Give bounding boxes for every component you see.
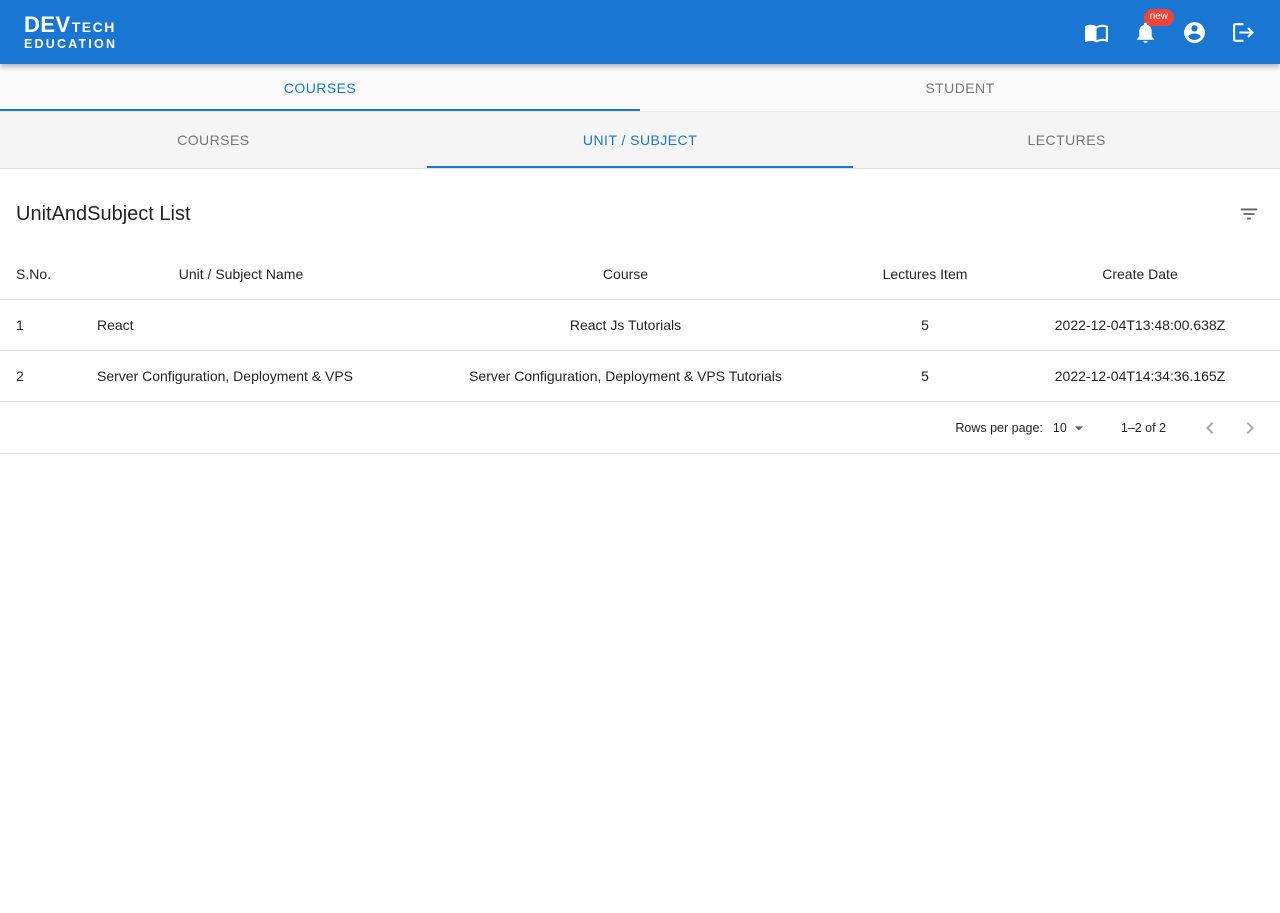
pagination-range: 1–2 of 2	[1120, 420, 1166, 435]
tab-courses[interactable]: COURSES	[0, 64, 640, 111]
logout-icon-glyph	[1233, 22, 1254, 42]
cell-name: Server Configuration, Deployment & VPS	[81, 350, 401, 402]
column-header-lectures: Lectures Item	[850, 249, 1000, 300]
rows-per-page-label: Rows per page:	[955, 420, 1043, 435]
table-row: 2 Server Configuration, Deployment & VPS…	[0, 350, 1280, 402]
subtab-lectures[interactable]: LECTURES	[853, 112, 1280, 168]
cell-date: 2022-12-04T14:34:36.165Z	[1000, 350, 1280, 402]
page-title: UnitAndSubject List	[16, 202, 191, 225]
logo-top-line: DEV TECH	[24, 11, 117, 37]
column-header-course: Course	[401, 249, 850, 300]
logout-icon[interactable]	[1231, 20, 1256, 45]
logo-tech-text: TECH	[71, 18, 116, 35]
account-circle-icon[interactable]	[1182, 20, 1207, 45]
column-header-date: Create Date	[1000, 249, 1280, 300]
account-icon-glyph	[1184, 21, 1205, 43]
app-header: DEV TECH EDUCATION new	[0, 0, 1280, 64]
column-header-sno: S.No.	[0, 249, 81, 300]
logo-education-text: EDUCATION	[24, 36, 118, 51]
cell-sno: 1	[0, 299, 81, 351]
secondary-tabs: COURSES UNIT / SUBJECT LECTURES	[0, 112, 1280, 169]
logo-dev-text: DEV	[24, 11, 71, 37]
cell-lectures: 5	[850, 350, 1000, 402]
cell-lectures: 5	[850, 299, 1000, 351]
cell-name: React	[81, 299, 401, 351]
new-badge: new	[1143, 8, 1174, 26]
notifications-bell-icon[interactable]: new	[1133, 8, 1174, 45]
filter-list-icon-glyph	[1240, 208, 1258, 220]
unit-subject-table: S.No. Unit / Subject Name Course Lecture…	[0, 249, 1280, 402]
cell-course: React Js Tutorials	[401, 299, 850, 351]
tab-student[interactable]: STUDENT	[640, 64, 1280, 111]
prev-page-button[interactable]	[1190, 408, 1230, 448]
subtab-courses[interactable]: COURSES	[0, 112, 427, 168]
cell-course: Server Configuration, Deployment & VPS T…	[401, 350, 850, 402]
column-header-name: Unit / Subject Name	[81, 249, 401, 300]
title-row: UnitAndSubject List	[0, 169, 1280, 249]
filter-icon[interactable]	[1234, 199, 1264, 229]
menu-book-icon-glyph	[1085, 24, 1108, 42]
table-header-row: S.No. Unit / Subject Name Course Lecture…	[0, 249, 1280, 300]
rows-per-page-value: 10	[1052, 420, 1067, 435]
chevron-down-icon	[1074, 425, 1083, 430]
app-logo: DEV TECH EDUCATION	[24, 11, 118, 51]
pagination: Rows per page: 10 1–2 of 2	[0, 402, 1280, 454]
chevron-right-icon	[1246, 421, 1254, 434]
main-content: UnitAndSubject List S.No. Unit / Subject…	[0, 169, 1280, 454]
subtab-unit-subject[interactable]: UNIT / SUBJECT	[427, 112, 854, 168]
next-page-button[interactable]	[1230, 408, 1270, 448]
menu-book-icon[interactable]	[1084, 20, 1109, 45]
cell-date: 2022-12-04T13:48:00.638Z	[1000, 299, 1280, 351]
rows-per-page-select[interactable]: 10	[1053, 418, 1089, 438]
table-body: 1 React React Js Tutorials 5 2022-12-04T…	[0, 299, 1280, 402]
cell-sno: 2	[0, 350, 81, 402]
table-row: 1 React React Js Tutorials 5 2022-12-04T…	[0, 299, 1280, 351]
appbar-actions: new	[1084, 8, 1256, 45]
primary-tabs: COURSES STUDENT	[0, 64, 1280, 112]
chevron-left-icon	[1206, 421, 1214, 434]
table-head: S.No. Unit / Subject Name Course Lecture…	[0, 249, 1280, 300]
